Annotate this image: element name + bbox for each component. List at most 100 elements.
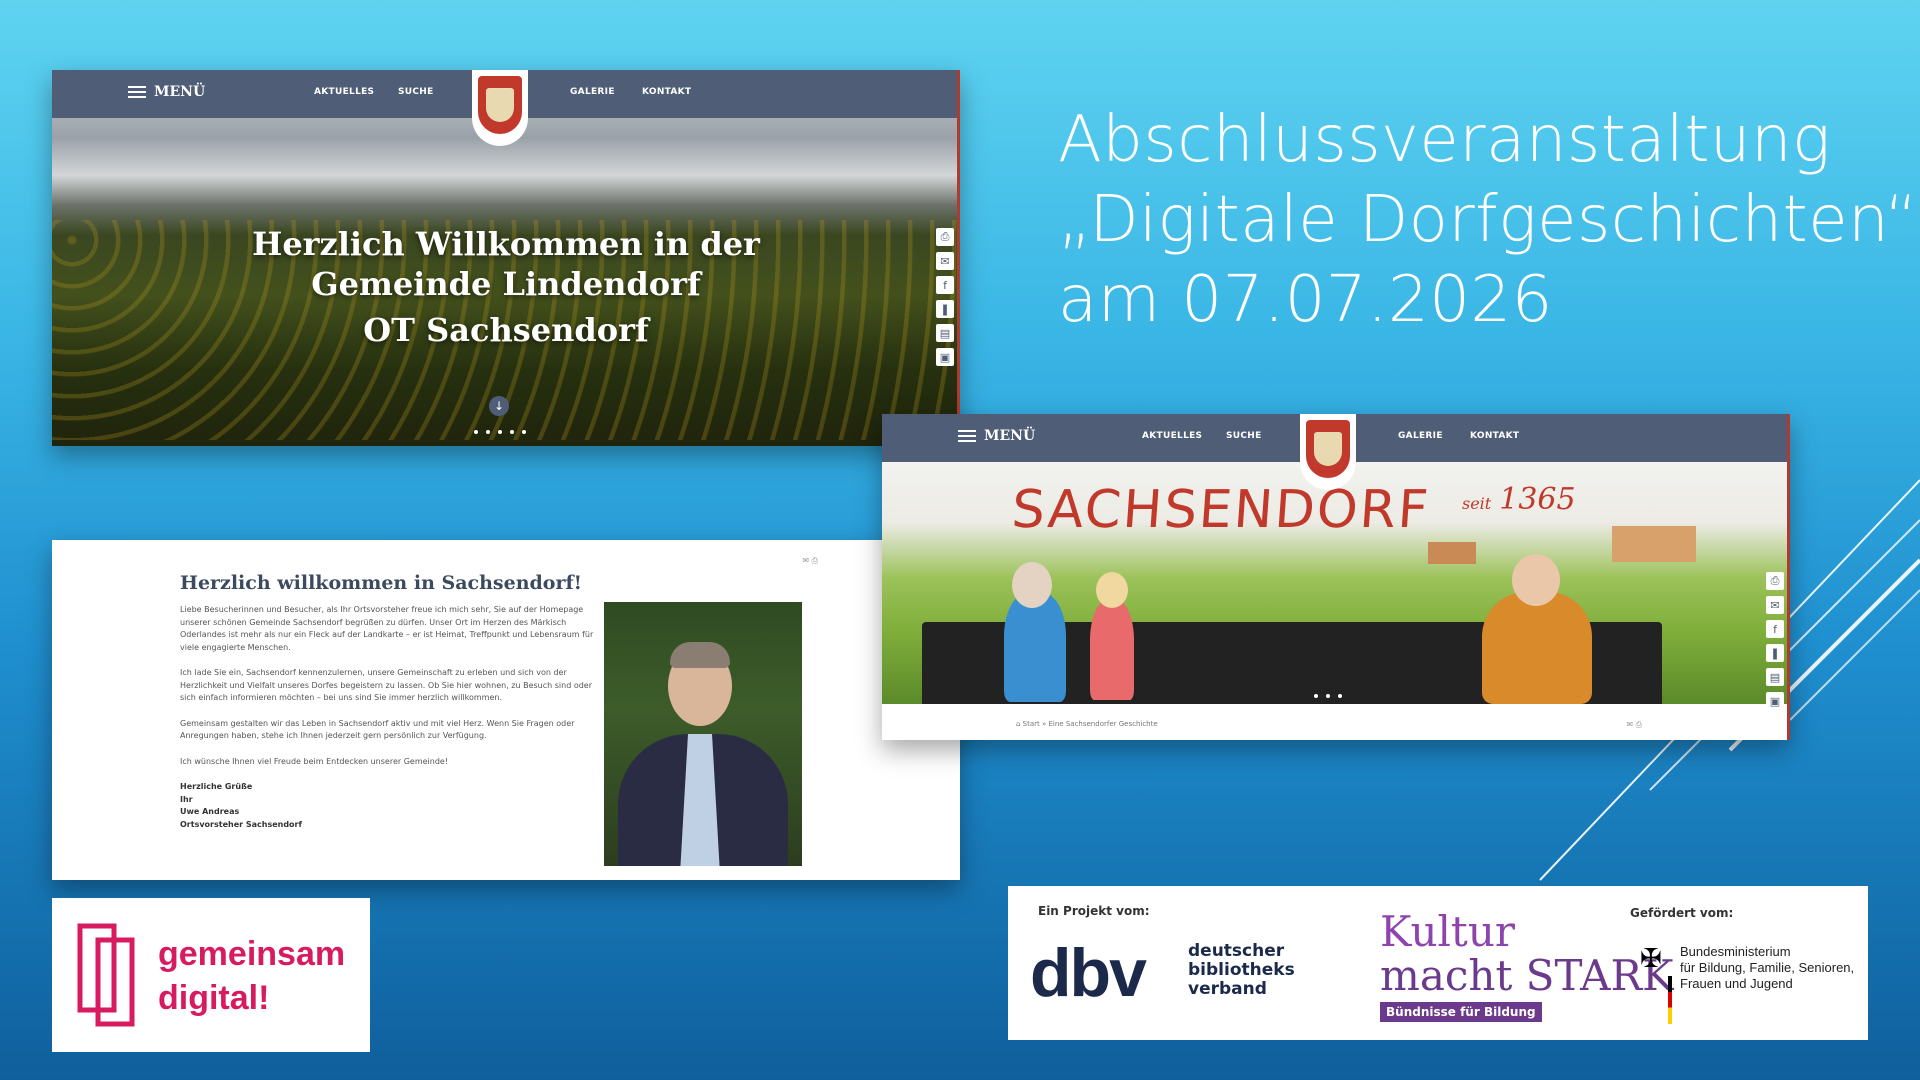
nav-link-galerie[interactable]: GALERIE [570,87,615,97]
nav-link-aktuelles[interactable]: AKTUELLES [314,87,374,97]
project-label: Ein Projekt vom: [1038,904,1150,918]
hero-title-line-3: OT Sachsendorf [363,311,649,349]
crest-shield [478,76,522,134]
logo-gemeinsam-digital: gemeinsam digital! [52,898,370,1052]
portrait-photo [604,602,802,866]
signature-line-3: Uwe Andreas [180,807,240,816]
kultur-line-2: macht STARK [1380,951,1674,1000]
mail-icon[interactable]: ✉ [1766,596,1784,614]
print-share-icons[interactable]: ✉ ⎙ [802,556,818,566]
mail-icon[interactable]: ✉ [936,252,954,270]
menu-button[interactable]: MENÜ [958,428,1035,444]
coat-of-arms-logo[interactable] [472,70,528,146]
slider-dot[interactable] [1314,694,1318,698]
hamburger-icon [958,430,976,442]
gemeinsam-digital-line-1: gemeinsam [158,935,346,973]
nav-link-galerie[interactable]: GALERIE [1398,431,1443,441]
contact-card-icon[interactable]: ▤ [1766,668,1784,686]
id-card-icon[interactable]: ▣ [1766,692,1784,710]
welcome-paragraph-1: Liebe Besucherinnen und Besucher, als Ih… [180,605,594,652]
mural-house [1428,542,1476,564]
mural-farmhouse [1612,526,1696,562]
nav-link-kontakt[interactable]: KONTAKT [1470,431,1519,441]
side-action-icons: ⎙ ✉ f ❚ ▤ ▣ [936,228,954,366]
mural-title: SACHSENDORF [1009,480,1432,540]
crest-shield [1306,420,1350,478]
signature-line-2: Ihr [180,794,193,804]
mural-painting: SACHSENDORF seit 1365 [882,462,1790,704]
dbv-name-line-3: verband [1188,979,1267,999]
slide-title-line-3: am 07.07.2026 [1058,263,1553,337]
screenshot-welcome-page: ✉ ⎙ Herzlich willkommen in Sachsendorf! … [52,540,960,880]
menu-button[interactable]: MENÜ [128,84,205,100]
dbv-name-line-1: deutscher [1188,941,1285,961]
printer-icon[interactable]: ⎙ [1766,572,1784,590]
facebook-icon[interactable]: f [1766,620,1784,638]
breadcrumb[interactable]: ⌂ Start » Eine Sachsendorfer Geschichte [1016,720,1158,728]
nav-link-suche[interactable]: SUCHE [398,87,434,97]
signature-line-4: Ortsvorsteher Sachsendorf [180,819,302,829]
slider-dot[interactable] [522,430,526,434]
mural-figure-grandmother [1004,592,1066,702]
hero-title: Herzlich Willkommen in der Gemeinde Lind… [52,224,960,350]
hamburger-icon [128,86,146,98]
mural-since-year: 1365 [1499,482,1576,517]
signature-line-1: Herzliche Grüße [180,782,253,791]
ministry-line-1: Bundesministerium [1680,944,1791,959]
contact-card-icon[interactable]: ▤ [936,324,954,342]
federal-eagle-icon: ✠ [1640,944,1662,974]
bookmark-icon[interactable]: ❚ [1766,644,1784,662]
mural-figure-head [1512,554,1560,606]
welcome-paragraph-4: Ich wünsche Ihnen viel Freude beim Entde… [180,756,449,766]
coat-of-arms-logo[interactable] [1300,414,1356,490]
slider-dot[interactable] [474,430,478,434]
scroll-down-icon[interactable]: ↓ [489,396,509,416]
nav-link-kontakt[interactable]: KONTAKT [642,87,691,97]
welcome-paragraph-3: Gemeinsam gestalten wir das Leben in Sac… [180,718,575,741]
kultur-badge: Bündnisse für Bildung [1380,1002,1542,1022]
red-edge-accent [1787,414,1790,740]
slider-dots [474,430,526,434]
print-share-icons[interactable]: ✉ ⎙ [1626,720,1642,730]
ministry-line-2: für Bildung, Familie, Senioren, [1680,960,1855,975]
slide-title: Abschlussveranstaltung „Digitale Dorfges… [1058,100,1919,340]
hero-title-line-2: Gemeinde Lindendorf [311,265,701,303]
id-card-icon[interactable]: ▣ [936,348,954,366]
nav-link-suche[interactable]: SUCHE [1226,431,1262,441]
mural-figure-boy [1482,592,1592,704]
mural-figure-head [1096,572,1128,608]
screenshot-homepage: MENÜ AKTUELLES SUCHE GALERIE KONTAKT Her… [52,70,960,446]
bookmark-icon[interactable]: ❚ [936,300,954,318]
slider-dot[interactable] [1338,694,1342,698]
menu-label: MENÜ [984,428,1036,444]
slider-dot[interactable] [498,430,502,434]
mural-since: seit 1365 [1462,482,1576,517]
facebook-icon[interactable]: f [936,276,954,294]
welcome-paragraph-2: Ich lade Sie ein, Sachsendorf kennenzule… [180,668,593,702]
slide-title-line-1: Abschlussveranstaltung [1058,103,1831,177]
slider-dot[interactable] [510,430,514,434]
slider-dots [1314,694,1342,698]
slider-dot[interactable] [486,430,490,434]
dbv-name-line-2: bibliotheks [1188,960,1295,980]
welcome-text: Liebe Besucherinnen und Besucher, als Ih… [180,604,600,831]
welcome-heading: Herzlich willkommen in Sachsendorf! [180,572,582,594]
ministry-name: Bundesministerium für Bildung, Familie, … [1680,944,1854,992]
gemeinsam-digital-line-2: digital! [158,979,270,1017]
funded-label: Gefördert vom: [1630,906,1734,920]
printer-icon[interactable]: ⎙ [936,228,954,246]
screenshot-story-page: MENÜ AKTUELLES SUCHE GALERIE KONTAKT SAC… [882,414,1790,740]
mural-since-word: seit [1462,494,1492,513]
side-action-icons: ⎙ ✉ f ❚ ▤ ▣ [1766,572,1784,710]
ministry-line-3: Frauen und Jugend [1680,976,1793,991]
kultur-macht-stark-logo: Kultur macht STARK [1380,910,1674,998]
hero-title-line-1: Herzlich Willkommen in der [252,225,760,263]
nav-link-aktuelles[interactable]: AKTUELLES [1142,431,1202,441]
slider-dot[interactable] [1326,694,1330,698]
gemeinsam-digital-mark-icon [77,923,135,1027]
gemeinsam-digital-text: gemeinsam digital! [158,932,345,1020]
dbv-logo: dbv [1030,935,1147,1011]
mural-figure-girl [1090,600,1134,700]
german-flag-stripe [1668,976,1672,1024]
slide-title-line-2: „Digitale Dorfgeschichten“ [1058,183,1919,257]
